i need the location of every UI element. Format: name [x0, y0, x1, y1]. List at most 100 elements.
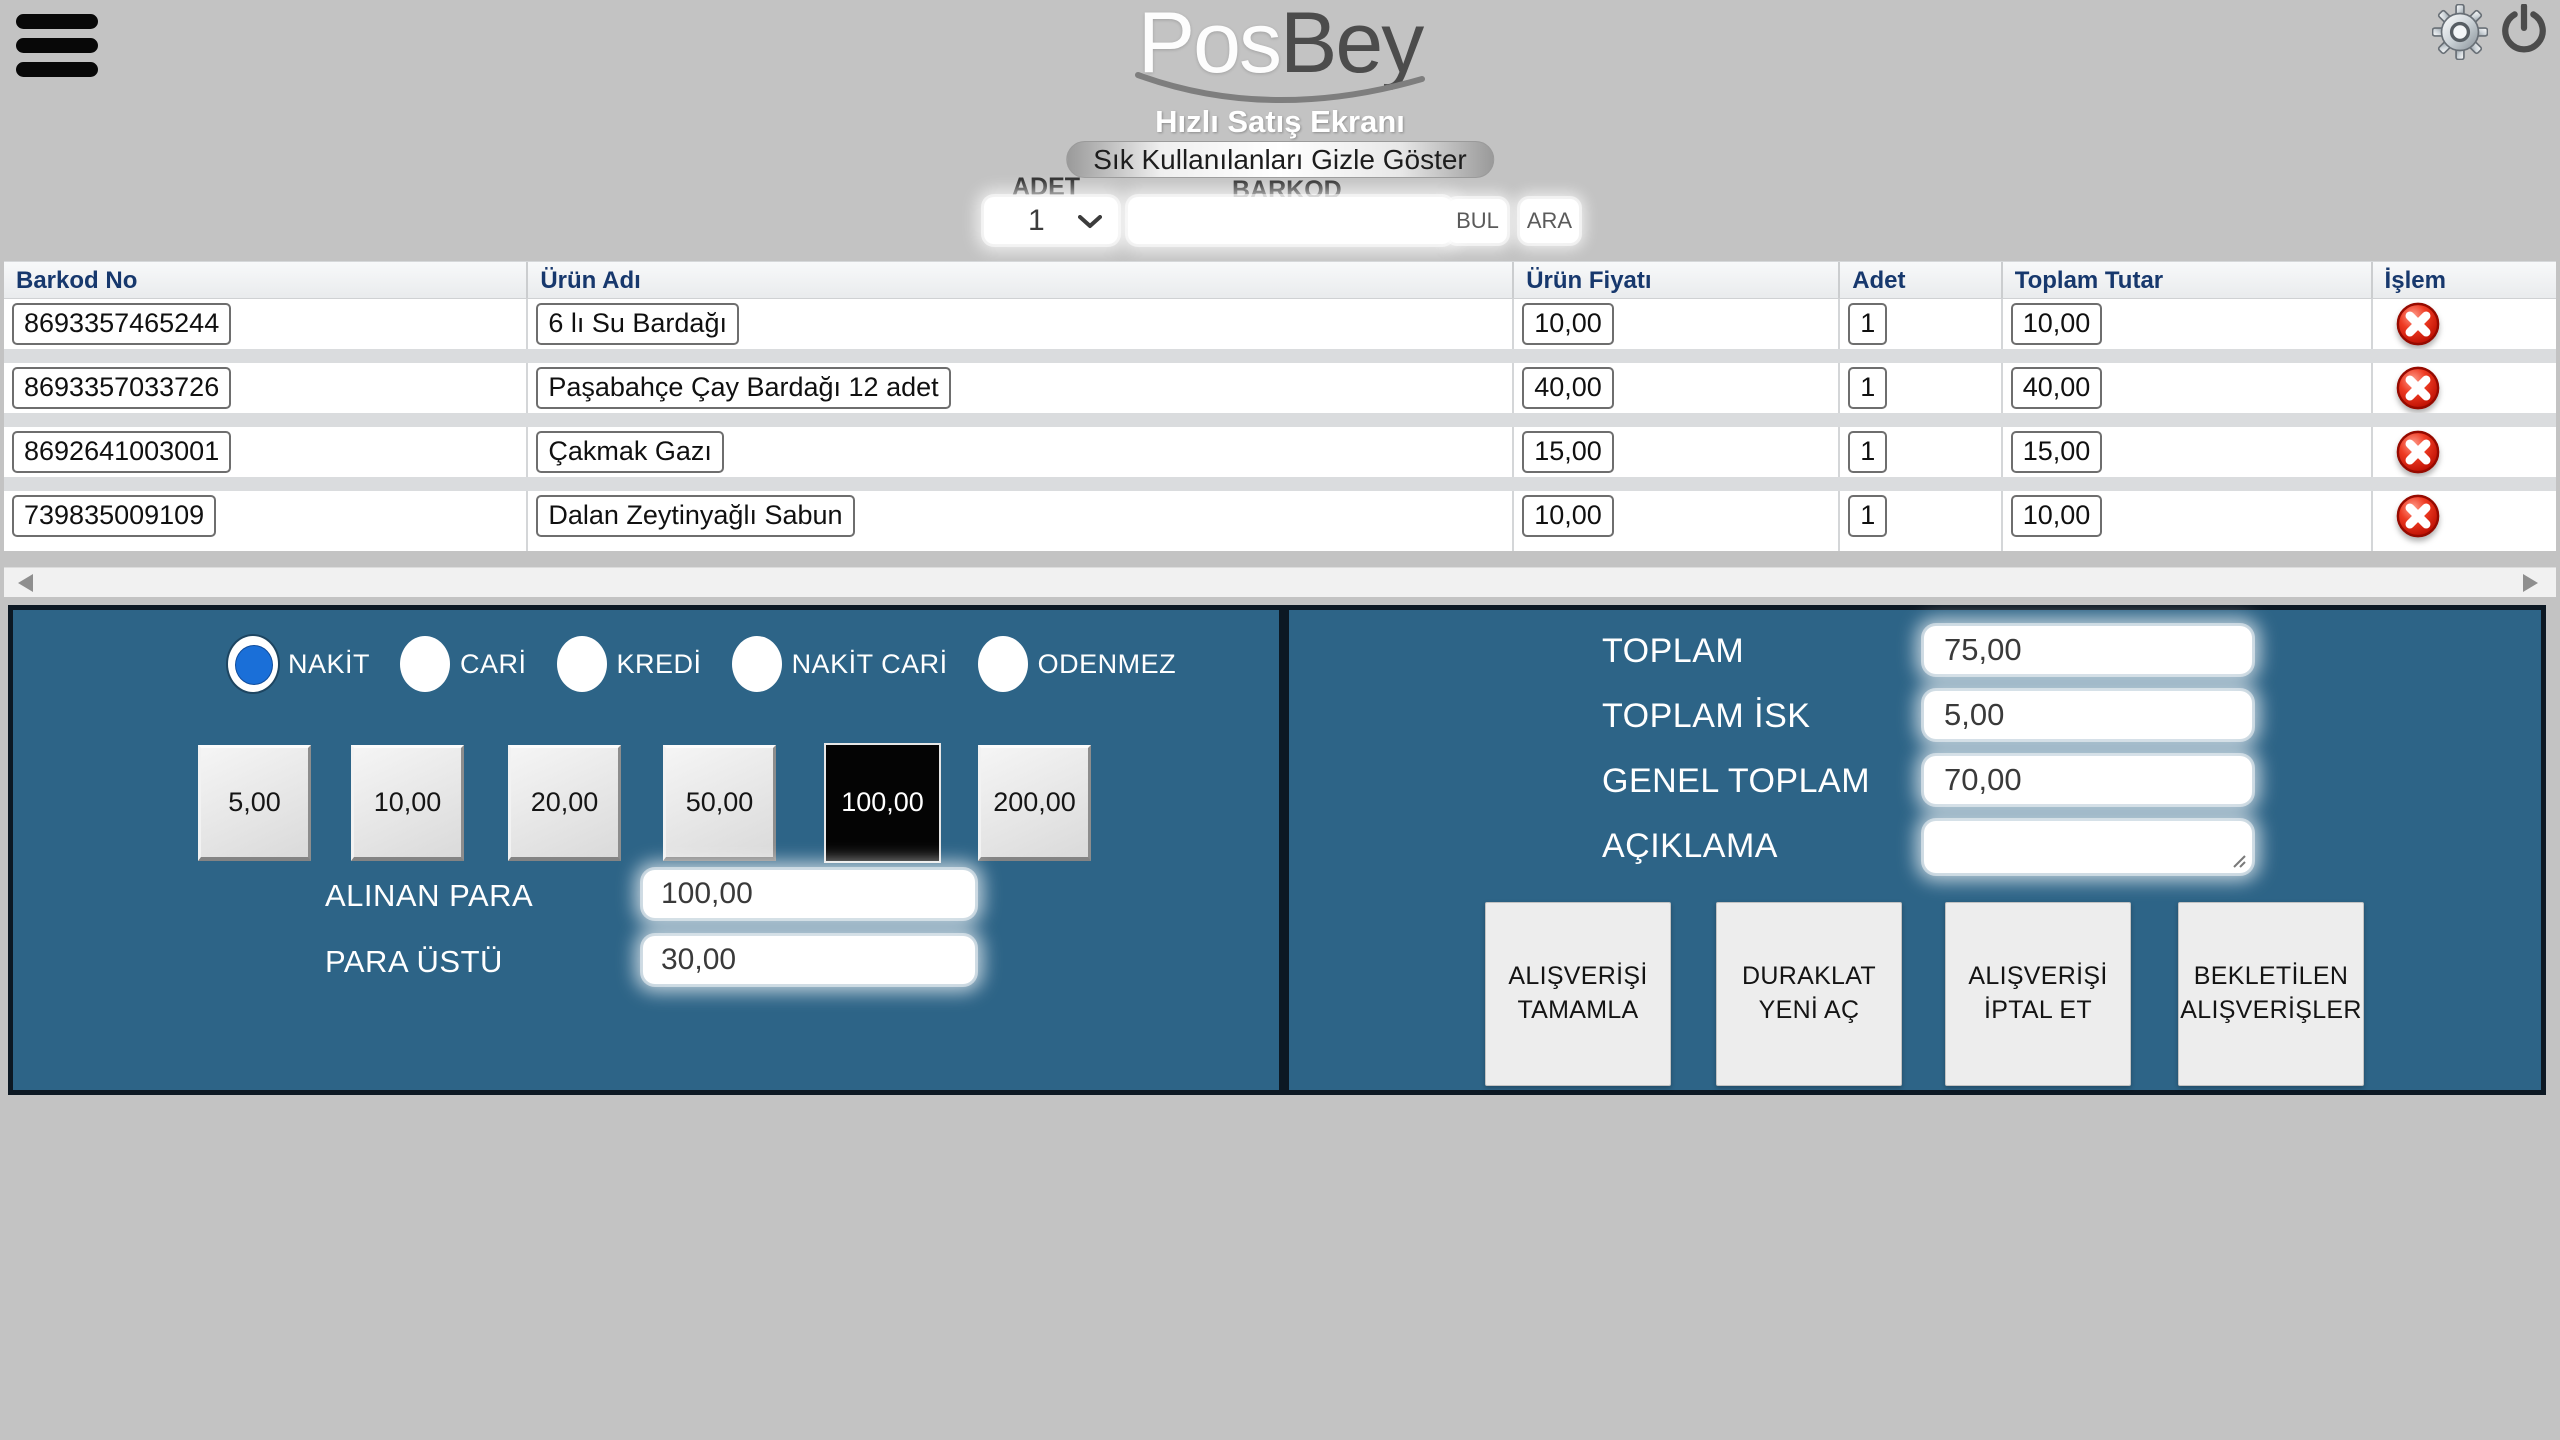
delete-row-icon[interactable]: [2395, 493, 2441, 539]
payment-radio-nakit-cari[interactable]: NAKİT CARİ: [732, 636, 948, 692]
payment-radio-odenmez[interactable]: ODENMEZ: [978, 636, 1177, 692]
denomination-button-20[interactable]: 20,00: [508, 745, 621, 861]
col-header-toplam-tutar: Toplam Tutar: [2003, 262, 2373, 298]
radio-circle-icon: [557, 636, 607, 692]
urun-adi-cell-input[interactable]: Paşabahçe Çay Bardağı 12 adet: [536, 367, 950, 409]
scroll-left-icon[interactable]: [18, 574, 33, 592]
button-label-line: BEKLETİLEN: [2194, 960, 2348, 994]
col-header-barkod-no: Barkod No: [4, 262, 528, 298]
hamburger-bar: [16, 38, 98, 53]
toplam-cell-input[interactable]: 15,00: [2011, 431, 2103, 473]
adet-cell-input[interactable]: 1: [1848, 303, 1887, 345]
payment-radio-label: KREDİ: [617, 649, 702, 680]
radio-circle-icon: [228, 636, 278, 692]
denomination-button-100[interactable]: 100,00: [826, 745, 939, 861]
totals-panel: TOPLAM 75,00 TOPLAM İSK 5,00 GENEL TOPLA…: [1284, 605, 2546, 1095]
para-ustu-label: PARA ÜSTÜ: [325, 944, 503, 980]
bul-button[interactable]: BUL: [1448, 199, 1507, 243]
adet-cell-input[interactable]: 1: [1848, 495, 1887, 537]
button-label-line: TAMAMLA: [1517, 994, 1638, 1028]
adet-selected-value: 1: [1028, 204, 1045, 238]
logo-part-pos: Pos: [1138, 0, 1280, 91]
payment-radio-label: ODENMEZ: [1038, 649, 1177, 680]
table-header-row: Barkod No Ürün Adı Ürün Fiyatı Adet Topl…: [4, 261, 2556, 299]
app-logo: PosBey: [1130, 0, 1430, 117]
denomination-button-200[interactable]: 200,00: [978, 745, 1091, 861]
button-label-line: ALIŞVERİŞİ: [1508, 960, 1647, 994]
toplam-isk-label: TOPLAM İSK: [1602, 697, 1810, 736]
button-label-line: YENİ AÇ: [1759, 994, 1860, 1028]
alinan-para-input[interactable]: 100,00: [643, 870, 975, 918]
fiyat-cell-input[interactable]: 10,00: [1522, 303, 1614, 345]
col-header-adet: Adet: [1840, 262, 2003, 298]
toplam-label: TOPLAM: [1602, 632, 1744, 671]
button-label-line: DURAKLAT: [1742, 960, 1876, 994]
button-label-line: ALIŞVERİŞLER: [2180, 994, 2361, 1028]
barkod-input[interactable]: [1128, 197, 1452, 244]
toplam-input[interactable]: 75,00: [1924, 626, 2252, 674]
table-row: 8692641003001 Çakmak Gazı 15,00 1 15,00: [4, 427, 2556, 477]
button-label-line: ALIŞVERİŞİ: [1968, 960, 2107, 994]
fiyat-cell-input[interactable]: 15,00: [1522, 431, 1614, 473]
table-row: 739835009109 Dalan Zeytinyağlı Sabun 10,…: [4, 491, 2556, 551]
radio-circle-icon: [732, 636, 782, 692]
urun-adi-cell-input[interactable]: 6 lı Su Bardağı: [536, 303, 739, 345]
denomination-button-50[interactable]: 50,00: [663, 745, 776, 861]
payment-radio-label: NAKİT CARİ: [792, 649, 948, 680]
hamburger-bar: [16, 62, 98, 77]
genel-toplam-label: GENEL TOPLAM: [1602, 762, 1870, 801]
adet-cell-input[interactable]: 1: [1848, 367, 1887, 409]
adet-cell-input[interactable]: 1: [1848, 431, 1887, 473]
delete-row-icon[interactable]: [2395, 365, 2441, 411]
table-row: 8693357033726 Paşabahçe Çay Bardağı 12 a…: [4, 363, 2556, 413]
toplam-cell-input[interactable]: 40,00: [2011, 367, 2103, 409]
urun-adi-cell-input[interactable]: Dalan Zeytinyağlı Sabun: [536, 495, 854, 537]
barkod-cell-input[interactable]: 739835009109: [12, 495, 216, 537]
gear-icon[interactable]: [2432, 4, 2488, 60]
aciklama-textarea[interactable]: [1924, 821, 2252, 873]
genel-toplam-input[interactable]: 70,00: [1924, 756, 2252, 804]
ara-button[interactable]: ARA: [1520, 199, 1579, 243]
alisverisi-iptal-et-button[interactable]: ALIŞVERİŞİ İPTAL ET: [1945, 902, 2131, 1086]
denomination-button-5[interactable]: 5,00: [198, 745, 311, 861]
radio-circle-icon: [400, 636, 450, 692]
payment-method-group: NAKİT CARİ KREDİ NAKİT CARİ ODENMEZ: [228, 636, 1206, 692]
toplam-cell-input[interactable]: 10,00: [2011, 303, 2103, 345]
payment-radio-nakit[interactable]: NAKİT: [228, 636, 370, 692]
page-title: Hızlı Satış Ekranı: [1155, 104, 1405, 140]
col-header-urun-adi: Ürün Adı: [528, 262, 1514, 298]
table-horizontal-scrollbar[interactable]: [4, 567, 2556, 597]
barkod-cell-input[interactable]: 8693357033726: [12, 367, 231, 409]
payment-panel: NAKİT CARİ KREDİ NAKİT CARİ ODENMEZ 5,00…: [8, 605, 1284, 1095]
table-row: 8693357465244 6 lı Su Bardağı 10,00 1 10…: [4, 299, 2556, 349]
barkod-cell-input[interactable]: 8693357465244: [12, 303, 231, 345]
alisverisi-tamamla-button[interactable]: ALIŞVERİŞİ TAMAMLA: [1485, 902, 1671, 1086]
col-header-urun-fiyati: Ürün Fiyatı: [1514, 262, 1840, 298]
bekletilen-alisverisler-button[interactable]: BEKLETİLEN ALIŞVERİŞLER: [2178, 902, 2364, 1086]
sale-items-table: Barkod No Ürün Adı Ürün Fiyatı Adet Topl…: [4, 261, 2556, 551]
hamburger-bar: [16, 14, 98, 29]
para-ustu-input[interactable]: 30,00: [643, 936, 975, 984]
barkod-cell-input[interactable]: 8692641003001: [12, 431, 231, 473]
payment-radio-kredi[interactable]: KREDİ: [557, 636, 702, 692]
toplam-cell-input[interactable]: 10,00: [2011, 495, 2103, 537]
table-body: 8693357465244 6 lı Su Bardağı 10,00 1 10…: [4, 299, 2556, 551]
scroll-right-icon[interactable]: [2523, 574, 2538, 592]
delete-row-icon[interactable]: [2395, 301, 2441, 347]
urun-adi-cell-input[interactable]: Çakmak Gazı: [536, 431, 724, 473]
alinan-para-label: ALINAN PARA: [325, 878, 533, 914]
denomination-button-10[interactable]: 10,00: [351, 745, 464, 861]
toplam-isk-input[interactable]: 5,00: [1924, 691, 2252, 739]
chevron-down-icon: [1078, 215, 1102, 229]
delete-row-icon[interactable]: [2395, 429, 2441, 475]
hamburger-menu-icon[interactable]: [16, 14, 106, 84]
fiyat-cell-input[interactable]: 40,00: [1522, 367, 1614, 409]
payment-radio-cari[interactable]: CARİ: [400, 636, 527, 692]
payment-radio-label: NAKİT: [288, 649, 370, 680]
power-icon[interactable]: [2498, 4, 2550, 56]
fiyat-cell-input[interactable]: 10,00: [1522, 495, 1614, 537]
favorites-toggle-button[interactable]: Sık Kullanılanları Gizle Göster: [1066, 141, 1494, 178]
resize-handle-icon[interactable]: [2230, 852, 2246, 868]
duraklat-yeni-ac-button[interactable]: DURAKLAT YENİ AÇ: [1716, 902, 1902, 1086]
adet-select[interactable]: 1: [984, 197, 1118, 244]
